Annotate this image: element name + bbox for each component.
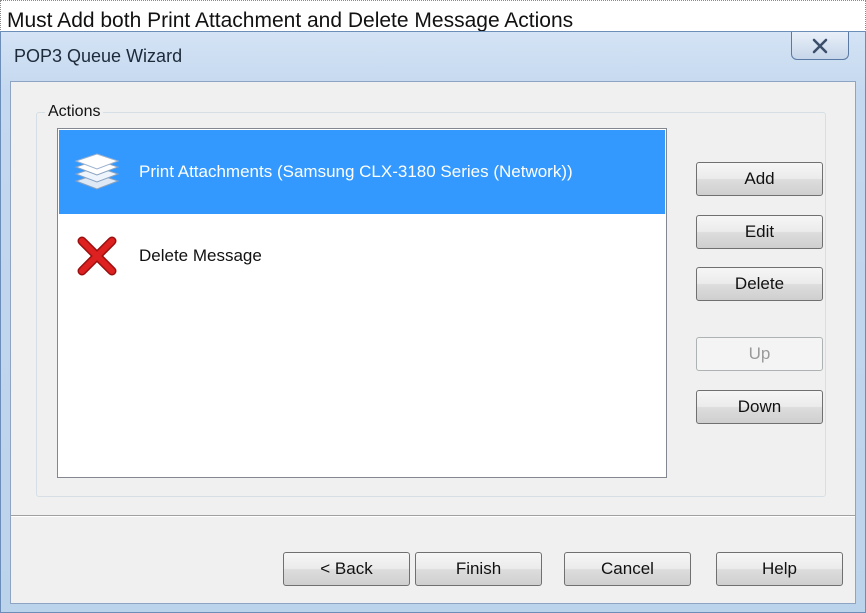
title-bar[interactable]: POP3 Queue Wizard bbox=[1, 32, 865, 81]
add-button[interactable]: Add bbox=[696, 162, 823, 196]
cancel-button[interactable]: Cancel bbox=[564, 552, 691, 586]
list-item-print-attachments[interactable]: Print Attachments (Samsung CLX-3180 Seri… bbox=[59, 130, 665, 214]
close-icon bbox=[811, 38, 829, 54]
edit-button[interactable]: Edit bbox=[696, 215, 823, 249]
help-button[interactable]: Help bbox=[716, 552, 843, 586]
list-item-label: Print Attachments (Samsung CLX-3180 Seri… bbox=[139, 162, 573, 181]
actions-listbox[interactable]: Print Attachments (Samsung CLX-3180 Seri… bbox=[57, 128, 667, 478]
finish-button[interactable]: Finish bbox=[415, 552, 542, 586]
down-button[interactable]: Down bbox=[696, 390, 823, 424]
close-button[interactable] bbox=[791, 32, 849, 60]
footer-separator bbox=[11, 515, 855, 517]
delete-button[interactable]: Delete bbox=[696, 267, 823, 301]
window-title: POP3 Queue Wizard bbox=[14, 46, 183, 66]
actions-group-label: Actions bbox=[45, 103, 104, 121]
up-button[interactable]: Up bbox=[696, 337, 823, 371]
list-item-label: Delete Message bbox=[139, 246, 262, 265]
wizard-client-area: Actions Print Attachments (Samsung CLX-3… bbox=[10, 81, 856, 604]
layers-icon bbox=[73, 148, 121, 196]
caption-text: Must Add both Print Attachment and Delet… bbox=[7, 9, 574, 32]
red-x-icon bbox=[73, 232, 121, 280]
back-button[interactable]: < Back bbox=[283, 552, 410, 586]
list-item-delete-message[interactable]: Delete Message bbox=[59, 214, 665, 298]
wizard-window: POP3 Queue Wizard Actions Print Attachme… bbox=[0, 31, 866, 613]
